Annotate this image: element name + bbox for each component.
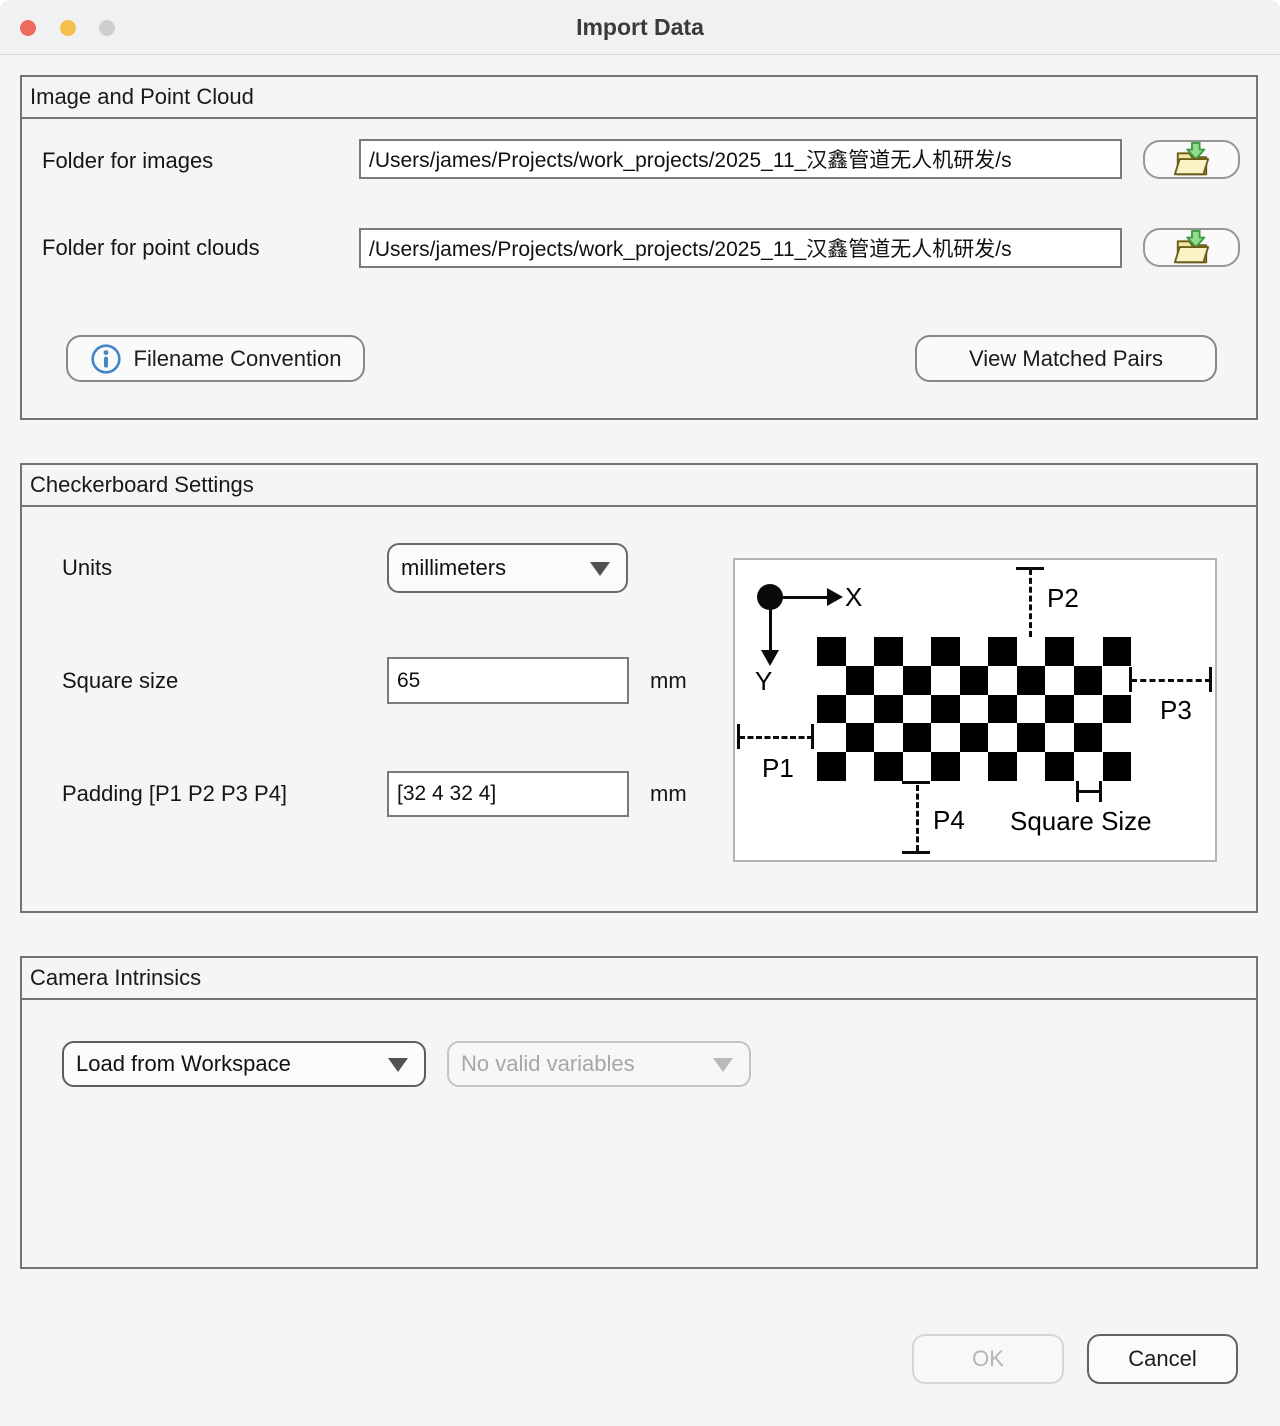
group-title-image-point-cloud: Image and Point Cloud [22,77,1256,119]
folder-for-images-label: Folder for images [42,148,213,174]
info-icon [90,343,122,375]
group-checkerboard-settings: Checkerboard Settings Units millimeters … [20,463,1258,913]
x-axis-label: X [845,582,862,612]
title-bar: Import Data [0,0,1280,55]
ok-button-label: OK [972,1346,1004,1372]
view-matched-pairs-button[interactable]: View Matched Pairs [915,335,1217,382]
view-matched-pairs-label: View Matched Pairs [969,346,1163,372]
padding-label: Padding [P1 P2 P3 P4] [62,781,287,807]
p4-tick [902,851,930,854]
p4-top-mark [902,781,930,784]
group-camera-intrinsics: Camera Intrinsics Load from Workspace No… [20,956,1258,1269]
units-label: Units [62,555,112,581]
filename-convention-button[interactable]: Filename Convention [66,335,365,382]
y-axis-line [769,597,772,650]
p1-tick-left [737,724,740,749]
square-size-diagram-label: Square Size [1010,806,1152,836]
chevron-down-icon [590,562,610,576]
intrinsics-variable-dropdown[interactable]: No valid variables [447,1041,751,1087]
ok-button[interactable]: OK [912,1334,1064,1384]
p3-tick-right [1209,667,1212,692]
folder-for-point-clouds-label: Folder for point clouds [42,235,260,261]
units-dropdown-value: millimeters [401,555,506,581]
checkerboard-board [817,637,1131,781]
p3-label: P3 [1160,695,1192,725]
open-folder-icon [1169,229,1215,267]
cancel-button-label: Cancel [1128,1346,1196,1372]
p4-dashed-line [916,785,919,851]
filename-convention-label: Filename Convention [134,346,342,372]
p4-label: P4 [933,805,965,835]
square-size-bracket-right [1099,781,1102,802]
import-data-dialog: Import Data Image and Point Cloud Folder… [0,0,1280,1426]
group-title-camera-intrinsics: Camera Intrinsics [22,958,1256,1000]
intrinsics-source-value: Load from Workspace [76,1051,291,1077]
group-image-and-point-cloud: Image and Point Cloud Folder for images … [20,75,1258,420]
p3-tick-left [1129,667,1132,692]
checkerboard-diagram: X Y P2 P3 P1 P4 [733,558,1217,862]
open-folder-icon [1169,141,1215,179]
browse-images-folder-button[interactable] [1143,140,1240,179]
x-axis-arrowhead [827,588,843,606]
browse-point-clouds-folder-button[interactable] [1143,228,1240,267]
p2-label: P2 [1047,583,1079,613]
square-size-input[interactable] [387,657,629,704]
x-axis-line [770,596,827,599]
square-size-label: Square size [62,668,178,694]
p3-dashed-line [1131,679,1211,682]
units-dropdown[interactable]: millimeters [387,543,628,593]
folder-for-images-input[interactable] [359,139,1122,179]
intrinsics-variable-value: No valid variables [461,1051,635,1077]
p1-tick-right [811,724,814,749]
cancel-button[interactable]: Cancel [1087,1334,1238,1384]
y-axis-label: Y [755,666,772,696]
p1-label: P1 [762,753,794,783]
padding-input[interactable] [387,771,629,817]
intrinsics-source-dropdown[interactable]: Load from Workspace [62,1041,426,1087]
chevron-down-icon [713,1058,733,1072]
padding-unit: mm [650,781,687,807]
window-title: Import Data [0,0,1280,55]
chevron-down-icon [388,1058,408,1072]
p1-dashed-line [739,736,813,739]
group-title-checkerboard-settings: Checkerboard Settings [22,465,1256,507]
y-axis-arrowhead [761,650,779,666]
p2-dashed-line [1029,569,1032,637]
square-size-unit: mm [650,668,687,694]
folder-for-point-clouds-input[interactable] [359,228,1122,268]
